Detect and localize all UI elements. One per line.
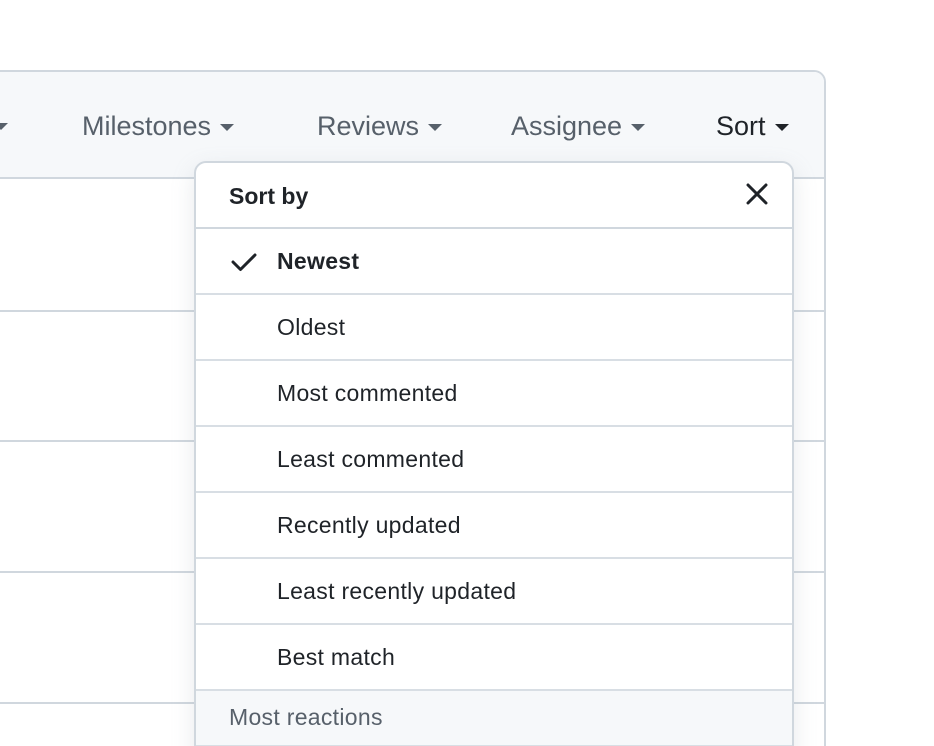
- milestones-filter[interactable]: Milestones: [82, 108, 235, 144]
- sort-option-label: Recently updated: [277, 512, 461, 538]
- sort-option-label: Most commented: [277, 380, 458, 406]
- sort-menu-title: Sort by: [229, 183, 309, 209]
- chevron-down-icon: [428, 124, 443, 131]
- sort-menu: Sort by Newest Oldest Most commented Lea…: [194, 161, 794, 746]
- sort-filter[interactable]: Sort: [716, 108, 789, 144]
- reviews-filter[interactable]: Reviews: [317, 108, 443, 144]
- sort-option-least-recently-updated[interactable]: Least recently updated: [196, 559, 792, 625]
- chevron-down-icon: [774, 124, 789, 131]
- sort-option-label: Oldest: [277, 314, 346, 340]
- sort-option-label: Newest: [277, 248, 360, 274]
- sort-option-recently-updated[interactable]: Recently updated: [196, 493, 792, 559]
- close-icon[interactable]: [740, 177, 774, 211]
- sort-option-label: Best match: [277, 644, 396, 670]
- issues-page: Milestones Reviews Assignee Sort Sort by: [0, 0, 934, 746]
- sort-option-best-match[interactable]: Best match: [196, 625, 792, 691]
- reviews-filter-label: Reviews: [317, 110, 420, 141]
- sort-menu-header: Sort by: [196, 163, 792, 229]
- sort-filter-label: Sort: [716, 110, 766, 141]
- assignee-filter-label: Assignee: [511, 110, 623, 141]
- sort-option-least-commented[interactable]: Least commented: [196, 427, 792, 493]
- chevron-down-icon[interactable]: [0, 123, 8, 130]
- assignee-filter[interactable]: Assignee: [511, 108, 646, 144]
- most-reactions-section: Most reactions: [196, 691, 792, 746]
- sort-option-label: Least recently updated: [277, 578, 517, 604]
- chevron-down-icon: [631, 124, 646, 131]
- sort-option-label: Least commented: [277, 446, 465, 472]
- milestones-filter-label: Milestones: [82, 110, 212, 141]
- sort-option-most-commented[interactable]: Most commented: [196, 361, 792, 427]
- chevron-down-icon: [220, 124, 235, 131]
- sort-option-newest[interactable]: Newest: [196, 229, 792, 295]
- check-icon: [230, 248, 258, 276]
- section-label: Most reactions: [229, 704, 383, 730]
- sort-option-oldest[interactable]: Oldest: [196, 295, 792, 361]
